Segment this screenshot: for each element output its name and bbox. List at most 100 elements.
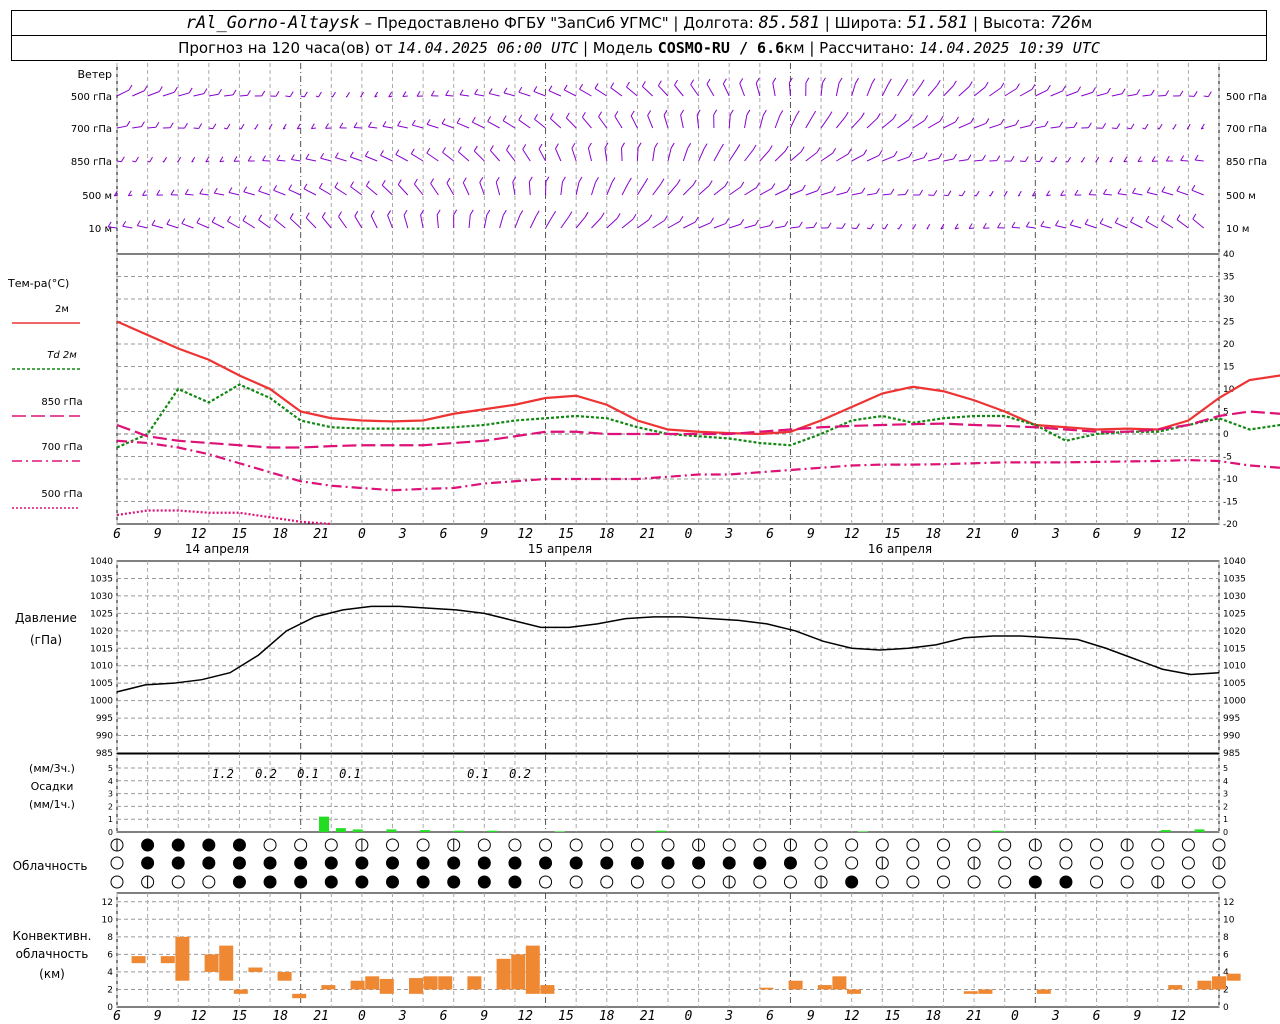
wind-barb — [958, 159, 969, 162]
cloud-symbol — [294, 838, 308, 852]
wind-barb — [560, 216, 570, 229]
wind-barb-flag — [227, 216, 231, 222]
wind-barb — [116, 160, 122, 163]
wind-level-label-right: 850 гПа — [1226, 157, 1267, 168]
wind-barb-flag — [549, 113, 554, 119]
cloud-symbol — [1028, 875, 1042, 889]
conv-bar — [365, 976, 380, 990]
pressure-tick-left: 1035 — [90, 574, 113, 584]
wind-barb-flag — [1053, 156, 1057, 163]
wind-barb-flag — [768, 145, 773, 151]
wind-barb — [881, 118, 894, 129]
hour-tick-label: 0 — [358, 527, 366, 542]
conv-bar — [248, 967, 263, 972]
wind-barb-flag — [660, 178, 665, 185]
wind-barb-flag — [740, 181, 745, 188]
cloud-symbol — [875, 875, 889, 889]
conv-tick-right: 6 — [1223, 950, 1229, 960]
wind-barb — [208, 93, 219, 97]
wind-barb-flag — [1158, 123, 1163, 130]
wind-barb — [729, 223, 741, 229]
pressure-tick-left: 1025 — [90, 609, 113, 619]
pressure-tick-left: 990 — [96, 732, 113, 742]
wind-barb-flag — [346, 91, 350, 98]
wind-barb-flag — [1030, 120, 1034, 126]
wind-barb — [223, 127, 228, 130]
wind-barb — [274, 218, 286, 229]
wind-barb — [472, 121, 485, 129]
wind-barb — [462, 182, 470, 196]
temp-tick-right: 15 — [1223, 363, 1234, 373]
wind-barb-flag — [1165, 90, 1170, 96]
wind-barb — [851, 227, 857, 230]
wind-barb-flag — [584, 211, 589, 218]
wind-barb-flag — [562, 176, 566, 183]
precip-bar — [319, 816, 330, 832]
wind-barb — [759, 225, 771, 229]
wind-barb — [411, 153, 424, 162]
cloud-symbol — [569, 856, 583, 870]
precip-tick-left: 2 — [108, 802, 113, 811]
wind-barb-flag — [528, 176, 533, 183]
cloud-symbol — [845, 856, 859, 870]
wind-barb — [132, 160, 136, 163]
conv-bar — [817, 985, 832, 990]
wind-barb-flag — [411, 119, 416, 126]
wind-barb — [1011, 226, 1021, 229]
wind-barb — [1050, 160, 1054, 163]
wind-barb — [426, 152, 439, 162]
precip-bar — [992, 830, 1003, 832]
wind-barb-flag — [838, 77, 843, 84]
hour-tick-label: 6 — [1093, 527, 1101, 542]
conv-bar — [511, 954, 526, 990]
wind-barb-flag — [920, 79, 925, 85]
wind-barb — [442, 152, 455, 162]
wind-barb-flag — [506, 144, 510, 151]
wind-barb — [958, 194, 963, 197]
cloud-symbol — [1059, 838, 1073, 852]
cloud-symbol — [1090, 838, 1104, 852]
cloud-symbol — [630, 875, 644, 889]
precip-tick-left: 3 — [108, 790, 113, 799]
cloud-symbol — [600, 838, 614, 852]
wind-barb-flag — [243, 186, 248, 193]
wind-barb-flag — [1059, 121, 1064, 128]
wind-barb-flag — [800, 146, 805, 153]
pressure-tick-left: 985 — [96, 749, 113, 759]
wind-barb-flag — [1024, 156, 1029, 162]
wind-barb — [1127, 93, 1137, 97]
wind-barb — [458, 151, 470, 162]
wind-barb-flag — [325, 123, 329, 129]
temp-tick-right: 20 — [1223, 340, 1235, 350]
hour-tick-label-bottom: 0 — [684, 1009, 692, 1024]
conv-bar — [233, 989, 248, 994]
cloud-symbol — [906, 838, 920, 852]
wind-barb-flag — [876, 113, 881, 119]
wind-barb — [912, 119, 925, 129]
wind-barb-flag — [545, 176, 550, 183]
wind-barb-flag — [317, 91, 322, 98]
wind-barb-flag — [430, 90, 435, 97]
precip-tick-right: 3 — [1223, 790, 1228, 799]
wind-barb-flag — [457, 146, 462, 152]
wind-barb-flag — [892, 113, 897, 120]
cloud-symbol — [814, 856, 828, 870]
wind-barb — [224, 94, 234, 97]
wind-barb-flag — [338, 211, 342, 217]
wind-barb-flag — [587, 142, 592, 149]
wind-barb-flag — [985, 118, 990, 124]
wind-barb — [820, 116, 830, 129]
wind-barb-flag — [289, 213, 294, 219]
wind-level-label-right: 10 м — [1226, 224, 1249, 235]
wind-barb-flag — [552, 210, 557, 217]
wind-barb — [211, 221, 225, 229]
hour-tick-label-bottom: 6 — [113, 1009, 121, 1024]
wind-barb — [565, 117, 577, 129]
wind-barb-flag — [303, 183, 308, 190]
wind-barb — [610, 87, 623, 97]
precip-3h-value: 0.1 — [467, 767, 489, 781]
wind-barb-flag — [598, 111, 603, 118]
wind-barb-flag — [563, 84, 568, 91]
conv-bar — [423, 976, 438, 990]
wind-barb-flag — [663, 109, 668, 116]
